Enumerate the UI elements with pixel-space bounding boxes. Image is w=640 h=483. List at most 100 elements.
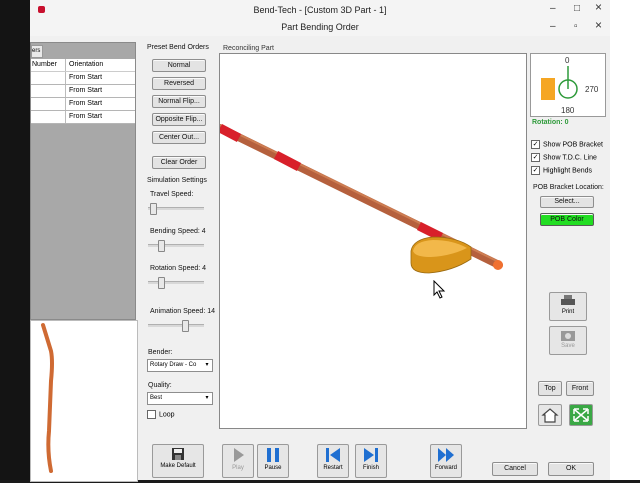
select-button[interactable]: Select... <box>540 196 594 208</box>
slider-track <box>148 281 204 284</box>
dial-bottom-value: 180 <box>561 106 575 115</box>
pause-icon <box>267 448 279 462</box>
close-icon[interactable]: × <box>595 1 602 13</box>
minimize-icon[interactable]: – <box>550 4 556 14</box>
window-title: Bend-Tech - [Custom 3D Part - 1] <box>253 5 387 15</box>
front-view-button[interactable]: Front <box>566 381 594 396</box>
checkbox-box[interactable]: ✓ <box>531 153 540 162</box>
3d-part-render <box>216 124 503 274</box>
slider-track <box>148 324 204 327</box>
checkbox-box[interactable]: ✓ <box>531 140 540 149</box>
forward-label: Forward <box>434 465 457 471</box>
dialog-restore-icon[interactable]: ▫ <box>574 22 578 32</box>
3d-viewport[interactable]: Reconciling Part <box>216 45 527 429</box>
play-label: Play <box>232 465 244 471</box>
slider-thumb[interactable] <box>158 277 165 289</box>
pob-color-button[interactable]: POB Color <box>540 213 594 226</box>
table-tab[interactable]: ers <box>31 45 43 58</box>
pause-button[interactable]: Pause <box>257 444 289 478</box>
clear-order-button[interactable]: Clear Order <box>152 156 206 169</box>
bottom-toolbar: Make Default Play Pause Restart Finish F… <box>140 440 610 480</box>
home-view-button[interactable] <box>538 404 562 426</box>
cancel-button[interactable]: Cancel <box>492 462 538 476</box>
animation-speed-slider[interactable] <box>148 320 204 332</box>
row-number <box>31 72 66 84</box>
floppy-disk-icon <box>172 448 184 460</box>
restart-button[interactable]: Restart <box>317 444 349 478</box>
slider-thumb[interactable] <box>158 240 165 252</box>
make-default-button[interactable]: Make Default <box>152 444 204 478</box>
expand-icon <box>573 408 589 422</box>
normal-flip-button[interactable]: Normal Flip... <box>152 95 206 108</box>
header-number[interactable]: Number <box>31 59 66 71</box>
row-orientation: From Start <box>69 113 103 120</box>
slider-thumb[interactable] <box>150 203 157 215</box>
bending-speed-label: Bending Speed: 4 <box>150 228 206 235</box>
table-row[interactable]: From Start <box>31 72 135 85</box>
row-number <box>31 98 66 110</box>
slider-thumb[interactable] <box>182 320 189 332</box>
reversed-button[interactable]: Reversed <box>152 77 206 90</box>
dialog-minimize-icon[interactable]: – <box>550 22 556 32</box>
table-row[interactable]: From Start <box>31 111 135 124</box>
quality-select[interactable]: Best ▾ <box>147 392 213 405</box>
dial-right-value: 270 <box>585 85 599 94</box>
top-view-button[interactable]: Top <box>538 381 562 396</box>
restart-label: Restart <box>323 465 343 471</box>
row-number <box>31 85 66 97</box>
highlight-bends-checkbox[interactable]: ✓ Highlight Bends <box>531 166 592 175</box>
dialog-close-icon[interactable]: × <box>595 19 602 31</box>
save-button[interactable]: Save <box>549 326 587 355</box>
row-orientation: From Start <box>69 100 103 107</box>
ok-button[interactable]: OK <box>548 462 594 476</box>
table-row[interactable]: From Start <box>31 85 135 98</box>
fast-forward-icon <box>438 448 454 462</box>
checkbox-box[interactable]: ✓ <box>531 166 540 175</box>
print-button[interactable]: Print <box>549 292 587 321</box>
slider-track <box>148 244 204 247</box>
make-default-label: Make Default <box>160 463 196 469</box>
forward-button[interactable]: Forward <box>430 444 462 478</box>
dialog-title: Part Bending Order <box>281 22 359 32</box>
checkbox-box[interactable] <box>147 410 156 419</box>
fit-view-button[interactable] <box>569 404 593 426</box>
printer-icon <box>561 295 575 305</box>
quality-select-value: Best <box>150 395 163 401</box>
rotation-indicator[interactable]: 0 270 180 <box>530 53 606 117</box>
show-pob-bracket-checkbox[interactable]: ✓ Show POB Bracket <box>531 140 603 149</box>
maximize-icon[interactable]: □ <box>574 4 580 14</box>
skip-back-icon <box>326 448 340 462</box>
tube-end <box>493 260 503 270</box>
bend-order-table-panel: ers Number Orientation From Start From S… <box>30 42 136 320</box>
simulation-group-title: Simulation Settings <box>147 177 207 184</box>
normal-button[interactable]: Normal <box>152 59 206 72</box>
pause-label: Pause <box>264 465 282 471</box>
finish-button[interactable]: Finish <box>355 444 387 478</box>
header-orientation[interactable]: Orientation <box>66 59 135 71</box>
bender-select[interactable]: Rotary Draw - Co ▾ <box>147 359 213 372</box>
row-orientation: From Start <box>69 87 103 94</box>
travel-speed-slider[interactable] <box>148 203 204 215</box>
opposite-flip-button[interactable]: Opposite Flip... <box>152 113 206 126</box>
pob-location-label: POB Bracket Location: <box>533 184 604 191</box>
table-header: Number Orientation <box>31 59 135 72</box>
left-black-border <box>0 0 30 480</box>
dial-top-value: 0 <box>565 56 570 65</box>
bender-select-value: Rotary Draw - Co <box>150 362 197 368</box>
quality-label: Quality: <box>148 382 172 389</box>
rotation-speed-label: Rotation Speed: 4 <box>150 265 207 272</box>
chevron-down-icon: ▾ <box>205 395 209 401</box>
bending-speed-slider[interactable] <box>148 240 204 252</box>
loop-label: Loop <box>159 411 175 419</box>
center-out-button[interactable]: Center Out... <box>152 131 206 144</box>
rotation-speed-slider[interactable] <box>148 277 204 289</box>
table-row[interactable]: From Start <box>31 98 135 111</box>
show-tdc-line-checkbox[interactable]: ✓ Show T.D.C. Line <box>531 153 597 162</box>
print-label: Print <box>561 309 575 315</box>
viewport-status: Reconciling Part <box>223 45 274 52</box>
play-button[interactable]: Play <box>222 444 254 478</box>
animation-speed-label: Animation Speed: 14 <box>150 308 215 315</box>
skip-forward-icon <box>364 448 378 462</box>
part-preview-drawing <box>41 323 54 473</box>
loop-checkbox[interactable]: Loop <box>147 410 175 419</box>
